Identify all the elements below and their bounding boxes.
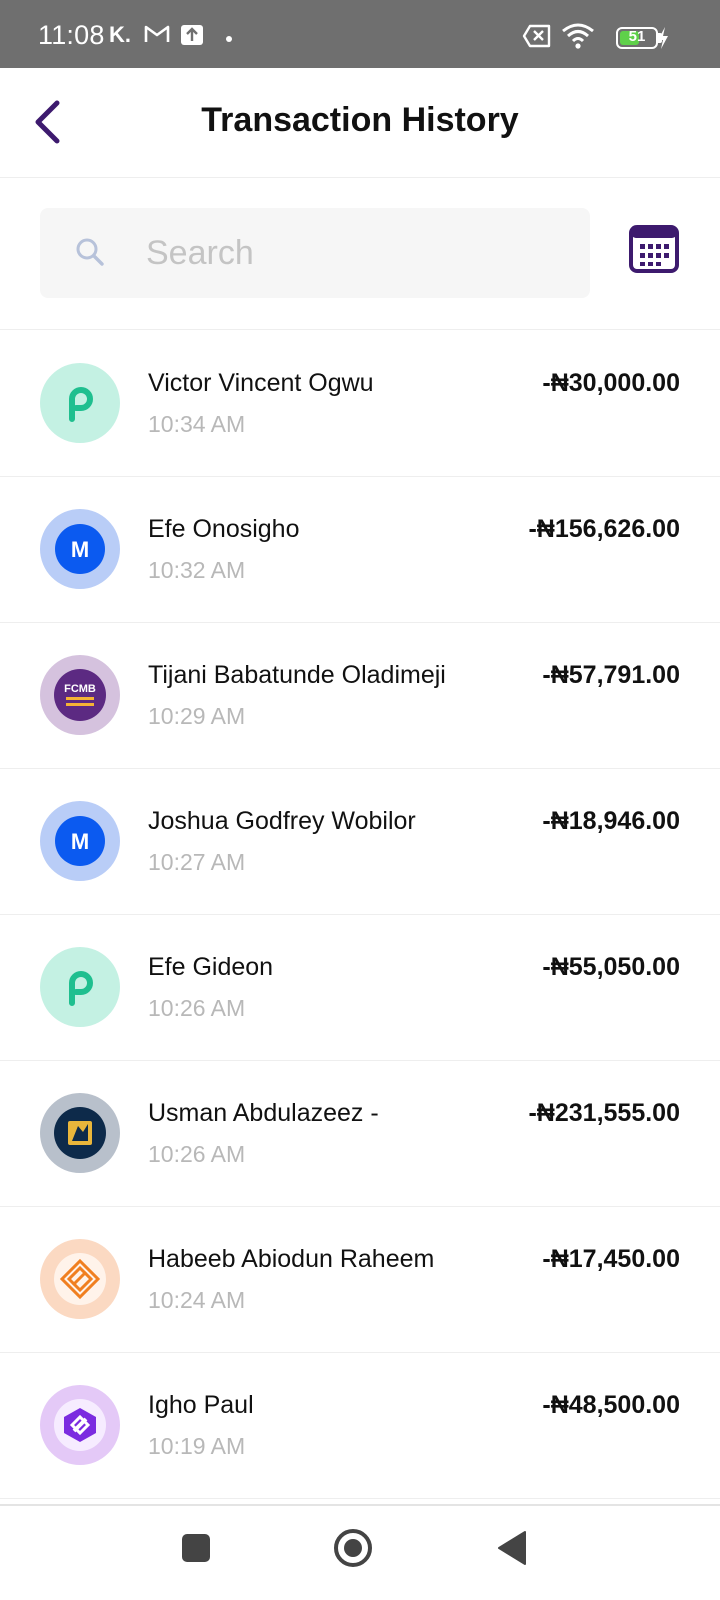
search-row — [0, 178, 720, 330]
triangle-back-icon — [498, 1531, 526, 1565]
charging-icon — [656, 26, 670, 55]
transaction-time: 10:32 AM — [148, 557, 246, 583]
transaction-amount: -₦57,791.00 — [542, 661, 680, 689]
recents-button[interactable] — [180, 1532, 212, 1569]
calendar-icon — [629, 225, 679, 273]
moniepoint-logo-icon: M — [40, 801, 120, 881]
battery-icon: 51 — [616, 27, 658, 49]
transaction-row[interactable]: Igho Paul 10:19 AM -₦48,500.00 — [0, 1353, 720, 1499]
transaction-row[interactable]: Habeeb Abiodun Raheem 10:24 AM -₦17,450.… — [0, 1207, 720, 1353]
nav-back-button[interactable] — [496, 1530, 528, 1571]
transaction-amount: -₦156,626.00 — [528, 515, 680, 543]
page-title: Transaction History — [201, 101, 519, 139]
transaction-name: Usman Abdulazeez - — [148, 1099, 379, 1127]
wifi-icon — [561, 22, 595, 55]
transaction-amount: -₦18,946.00 — [542, 807, 680, 835]
status-carrier: K. — [109, 22, 131, 47]
transaction-amount: -₦17,450.00 — [542, 1245, 680, 1273]
circle-icon — [334, 1529, 372, 1567]
transaction-name: Habeeb Abiodun Raheem — [148, 1245, 435, 1273]
moniepoint-logo-text: M — [71, 537, 89, 562]
first-bank-logo-icon — [40, 1093, 120, 1173]
transaction-name: Efe Gideon — [148, 953, 274, 981]
calendar-button[interactable] — [628, 224, 680, 274]
fcmb-logo-icon: FCMB — [40, 655, 120, 735]
notification-dot — [226, 36, 232, 42]
header: Transaction History — [0, 68, 720, 178]
transaction-name: Igho Paul — [148, 1391, 254, 1419]
transaction-row[interactable]: Usman Abdulazeez - 10:26 AM -₦231,555.00 — [0, 1061, 720, 1207]
transaction-amount: -₦48,500.00 — [542, 1391, 680, 1419]
fcmb-logo-text: FCMB — [64, 683, 96, 695]
transaction-name: Victor Vincent Ogwu — [148, 369, 374, 397]
transaction-name: Joshua Godfrey Wobilor — [148, 807, 416, 835]
transaction-amount: -₦55,050.00 — [542, 953, 680, 981]
system-nav-bar — [0, 1504, 720, 1600]
transaction-row[interactable]: M Joshua Godfrey Wobilor 10:27 AM -₦18,9… — [0, 769, 720, 915]
transaction-amount: -₦30,000.00 — [542, 369, 680, 397]
transaction-time: 10:26 AM — [148, 995, 246, 1021]
status-time: 11:08 — [38, 20, 105, 50]
palmpay-logo-icon — [40, 947, 120, 1027]
gmail-icon — [144, 24, 170, 49]
transaction-amount: -₦231,555.00 — [528, 1099, 680, 1127]
transaction-name: Efe Onosigho — [148, 515, 300, 543]
transaction-time: 10:24 AM — [148, 1287, 246, 1313]
search-box[interactable] — [40, 208, 590, 298]
upload-icon — [180, 24, 204, 51]
transaction-time: 10:27 AM — [148, 849, 246, 875]
square-icon — [182, 1534, 210, 1562]
access-bank-logo-icon — [40, 1239, 120, 1319]
status-bar: 11:08 K. 51 — [0, 0, 720, 68]
transaction-row[interactable]: M Efe Onosigho 10:32 AM -₦156,626.00 — [0, 477, 720, 623]
battery-text: 51 — [628, 28, 646, 45]
transaction-name: Tijani Babatunde Oladimeji — [148, 661, 446, 689]
moniepoint-logo-icon: M — [40, 509, 120, 589]
no-sim-icon — [522, 24, 552, 53]
transaction-row[interactable]: Efe Gideon 10:26 AM -₦55,050.00 — [0, 915, 720, 1061]
transaction-time: 10:29 AM — [148, 703, 246, 729]
palmpay-logo-icon — [40, 363, 120, 443]
transaction-row[interactable]: FCMB Tijani Babatunde Oladimeji 10:29 AM… — [0, 623, 720, 769]
search-icon — [74, 236, 106, 273]
transaction-time: 10:19 AM — [148, 1433, 246, 1459]
moniepoint-logo-text: M — [71, 829, 89, 854]
transaction-row[interactable]: Victor Vincent Ogwu 10:34 AM -₦30,000.00 — [0, 331, 720, 477]
transaction-time: 10:34 AM — [148, 411, 246, 437]
kuda-logo-icon — [40, 1385, 120, 1465]
home-button[interactable] — [333, 1528, 373, 1573]
transaction-time: 10:26 AM — [148, 1141, 246, 1167]
search-input[interactable] — [146, 208, 566, 298]
transaction-list: Victor Vincent Ogwu 10:34 AM -₦30,000.00… — [0, 331, 720, 1499]
